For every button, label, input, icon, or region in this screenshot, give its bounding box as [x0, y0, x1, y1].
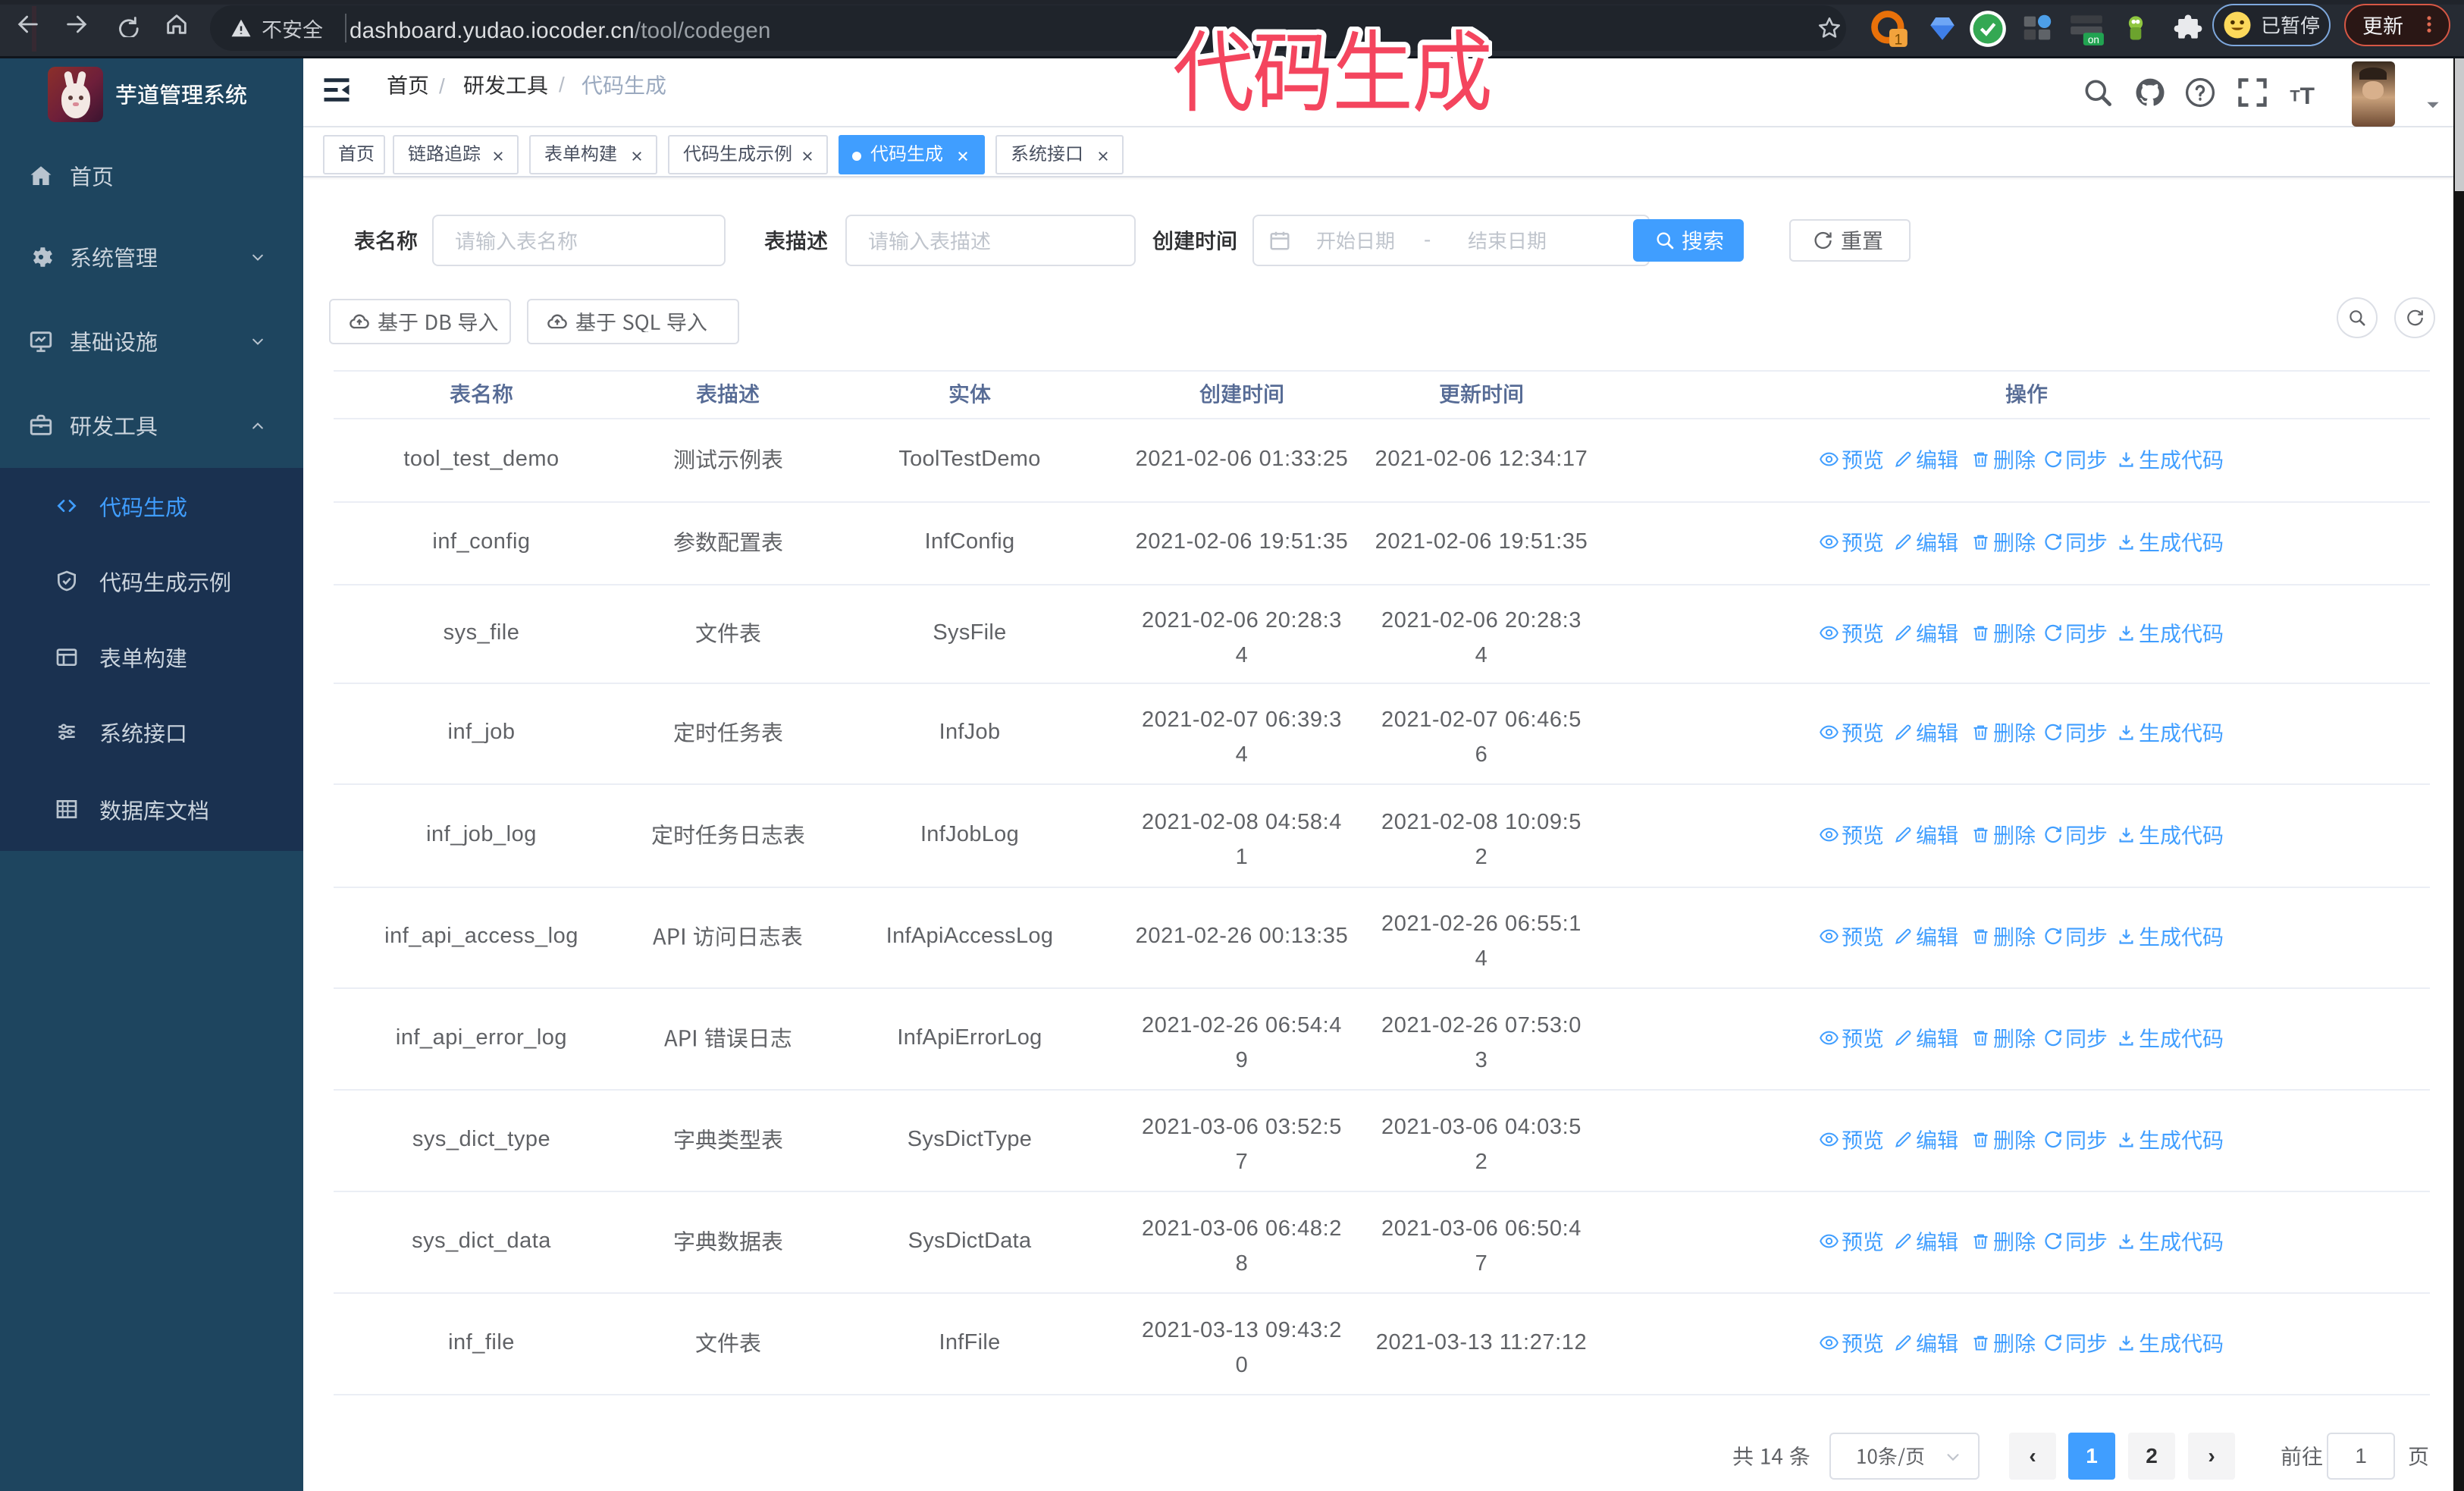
- svg-text:T: T: [2290, 86, 2299, 105]
- svg-text:T: T: [2300, 82, 2315, 108]
- svg-text:1: 1: [1894, 32, 1902, 49]
- svg-text:on: on: [2088, 34, 2099, 46]
